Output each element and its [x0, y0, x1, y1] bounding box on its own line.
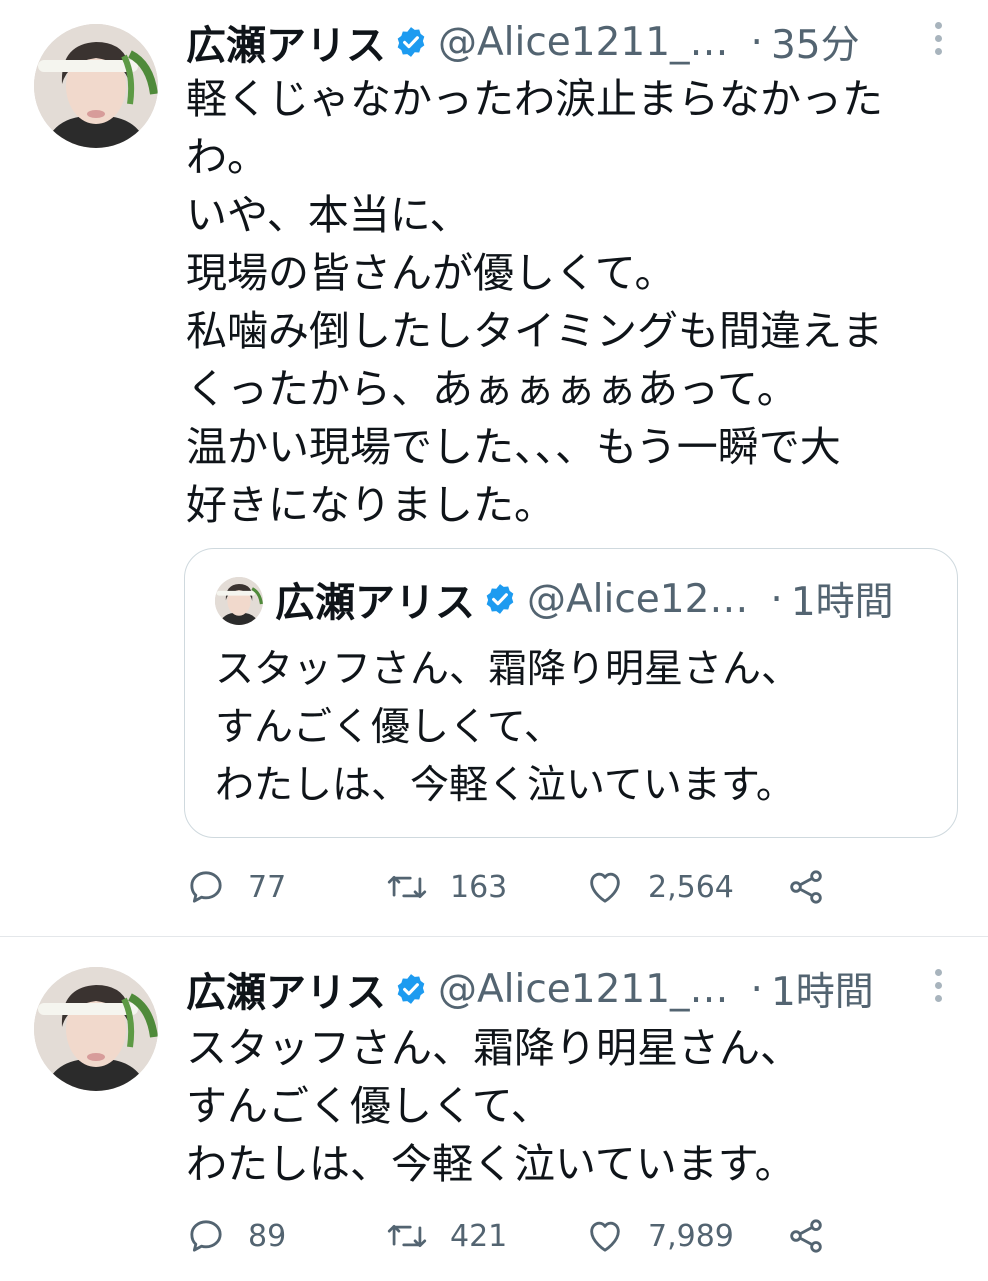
share-icon: [790, 1219, 822, 1253]
quoted-header: 広瀬アリス @Alice12… · 1時間: [275, 571, 894, 627]
reply-icon: [190, 871, 222, 903]
retweet-button[interactable]: 421: [386, 1211, 507, 1261]
share-icon: [790, 870, 822, 904]
quoted-text-line: スタッフさん、霜降り明星さん、: [215, 647, 801, 692]
quoted-timestamp: 1時間: [790, 580, 894, 625]
tweet-text-line: 軽くじゃなかったわ涙止まらなかった: [186, 75, 883, 123]
reply-button[interactable]: 77: [186, 862, 286, 912]
quoted-text-line: すんごく優しくて、: [215, 705, 563, 750]
tweet-text-line: いや、本当に、: [186, 191, 471, 239]
reply-button[interactable]: 89: [186, 1211, 286, 1261]
more-vertical-icon[interactable]: [932, 22, 944, 62]
tweet-text-line: すんごく優しくて、: [186, 1082, 552, 1130]
retweet-icon: [387, 1224, 427, 1248]
avatar[interactable]: [34, 24, 158, 148]
verified-badge-icon: [397, 27, 425, 57]
separator-dot: ·: [770, 576, 783, 622]
reply-icon: [190, 1220, 222, 1252]
verified-badge-icon: [486, 584, 514, 614]
tweet-text-line: 私噛み倒したしタイミングも間違えま: [186, 307, 883, 355]
like-count: 7,989: [648, 1218, 734, 1254]
quoted-text-line: わたしは、今軽く泣いています。: [215, 763, 795, 808]
reply-count: 77: [248, 869, 287, 905]
retweet-count: 421: [450, 1218, 508, 1254]
tweet-text: 軽くじゃなかったわ涙止まらなかった わ。 いや、本当に、 現場の皆さんが優しくて…: [186, 70, 956, 534]
like-button[interactable]: 2,564: [584, 862, 734, 912]
like-button[interactable]: 7,989: [584, 1211, 734, 1261]
display-name[interactable]: 広瀬アリス: [186, 13, 386, 71]
tweet-text-line: わたしは、今軽く泣いています。: [186, 1140, 796, 1188]
display-name[interactable]: 広瀬アリス: [186, 960, 386, 1018]
share-button[interactable]: [786, 1211, 826, 1261]
tweet-text-line: スタッフさん、霜降り明星さん、: [186, 1024, 801, 1072]
timestamp[interactable]: 1時間: [771, 961, 874, 1017]
retweet-button[interactable]: 163: [386, 862, 507, 912]
heart-icon: [590, 1221, 620, 1252]
tweet-text-line: 温かい現場でした、、、もう一瞬で大: [186, 423, 841, 471]
tweet-text-line: わ。: [186, 133, 268, 181]
tweet-text-line: 好きになりました。: [186, 481, 555, 529]
avatar[interactable]: [34, 967, 158, 1091]
separator-dot: ·: [750, 19, 763, 65]
tweet-header: 広瀬アリス @Alice1211_… · 35分: [186, 14, 860, 70]
quoted-display-name: 広瀬アリス: [275, 580, 475, 626]
tweet-text-line: 現場の皆さんが優しくて。: [186, 249, 676, 297]
like-count: 2,564: [648, 869, 734, 905]
tweet-text-line: くったから、あぁぁぁぁあって。: [186, 365, 798, 413]
quoted-text: スタッフさん、霜降り明星さん、 すんごく優しくて、 わたしは、今軽く泣いています…: [215, 641, 800, 815]
heart-icon: [590, 872, 620, 903]
tweet-actions: 89 421 7,989: [186, 1211, 846, 1261]
timestamp[interactable]: 35分: [771, 14, 860, 70]
tweet[interactable]: 広瀬アリス @Alice1211_… · 35分 軽くじゃなかったわ涙止まらなか…: [0, 0, 988, 936]
reply-count: 89: [248, 1218, 287, 1254]
verified-badge-icon: [397, 974, 425, 1004]
handle[interactable]: @Alice1211_…: [438, 20, 729, 65]
quoted-handle: @Alice12…: [527, 576, 749, 622]
more-vertical-icon[interactable]: [932, 969, 944, 1009]
tweet[interactable]: 広瀬アリス @Alice1211_… · 1時間 スタッフさん、霜降り明星さん、…: [0, 936, 988, 1281]
retweet-count: 163: [450, 869, 508, 905]
share-button[interactable]: [786, 862, 826, 912]
quoted-tweet[interactable]: 広瀬アリス @Alice12… · 1時間 スタッフさん、霜降り明星さん、 すん…: [184, 548, 958, 838]
handle[interactable]: @Alice1211_…: [438, 967, 729, 1012]
tweet-header: 広瀬アリス @Alice1211_… · 1時間: [186, 961, 874, 1017]
separator-dot: ·: [750, 966, 763, 1012]
tweet-text: スタッフさん、霜降り明星さん、 すんごく優しくて、 わたしは、今軽く泣いています…: [186, 1019, 956, 1193]
tweet-actions: 77 163 2,564: [186, 862, 846, 912]
retweet-icon: [387, 875, 427, 899]
quoted-avatar: [215, 577, 263, 625]
